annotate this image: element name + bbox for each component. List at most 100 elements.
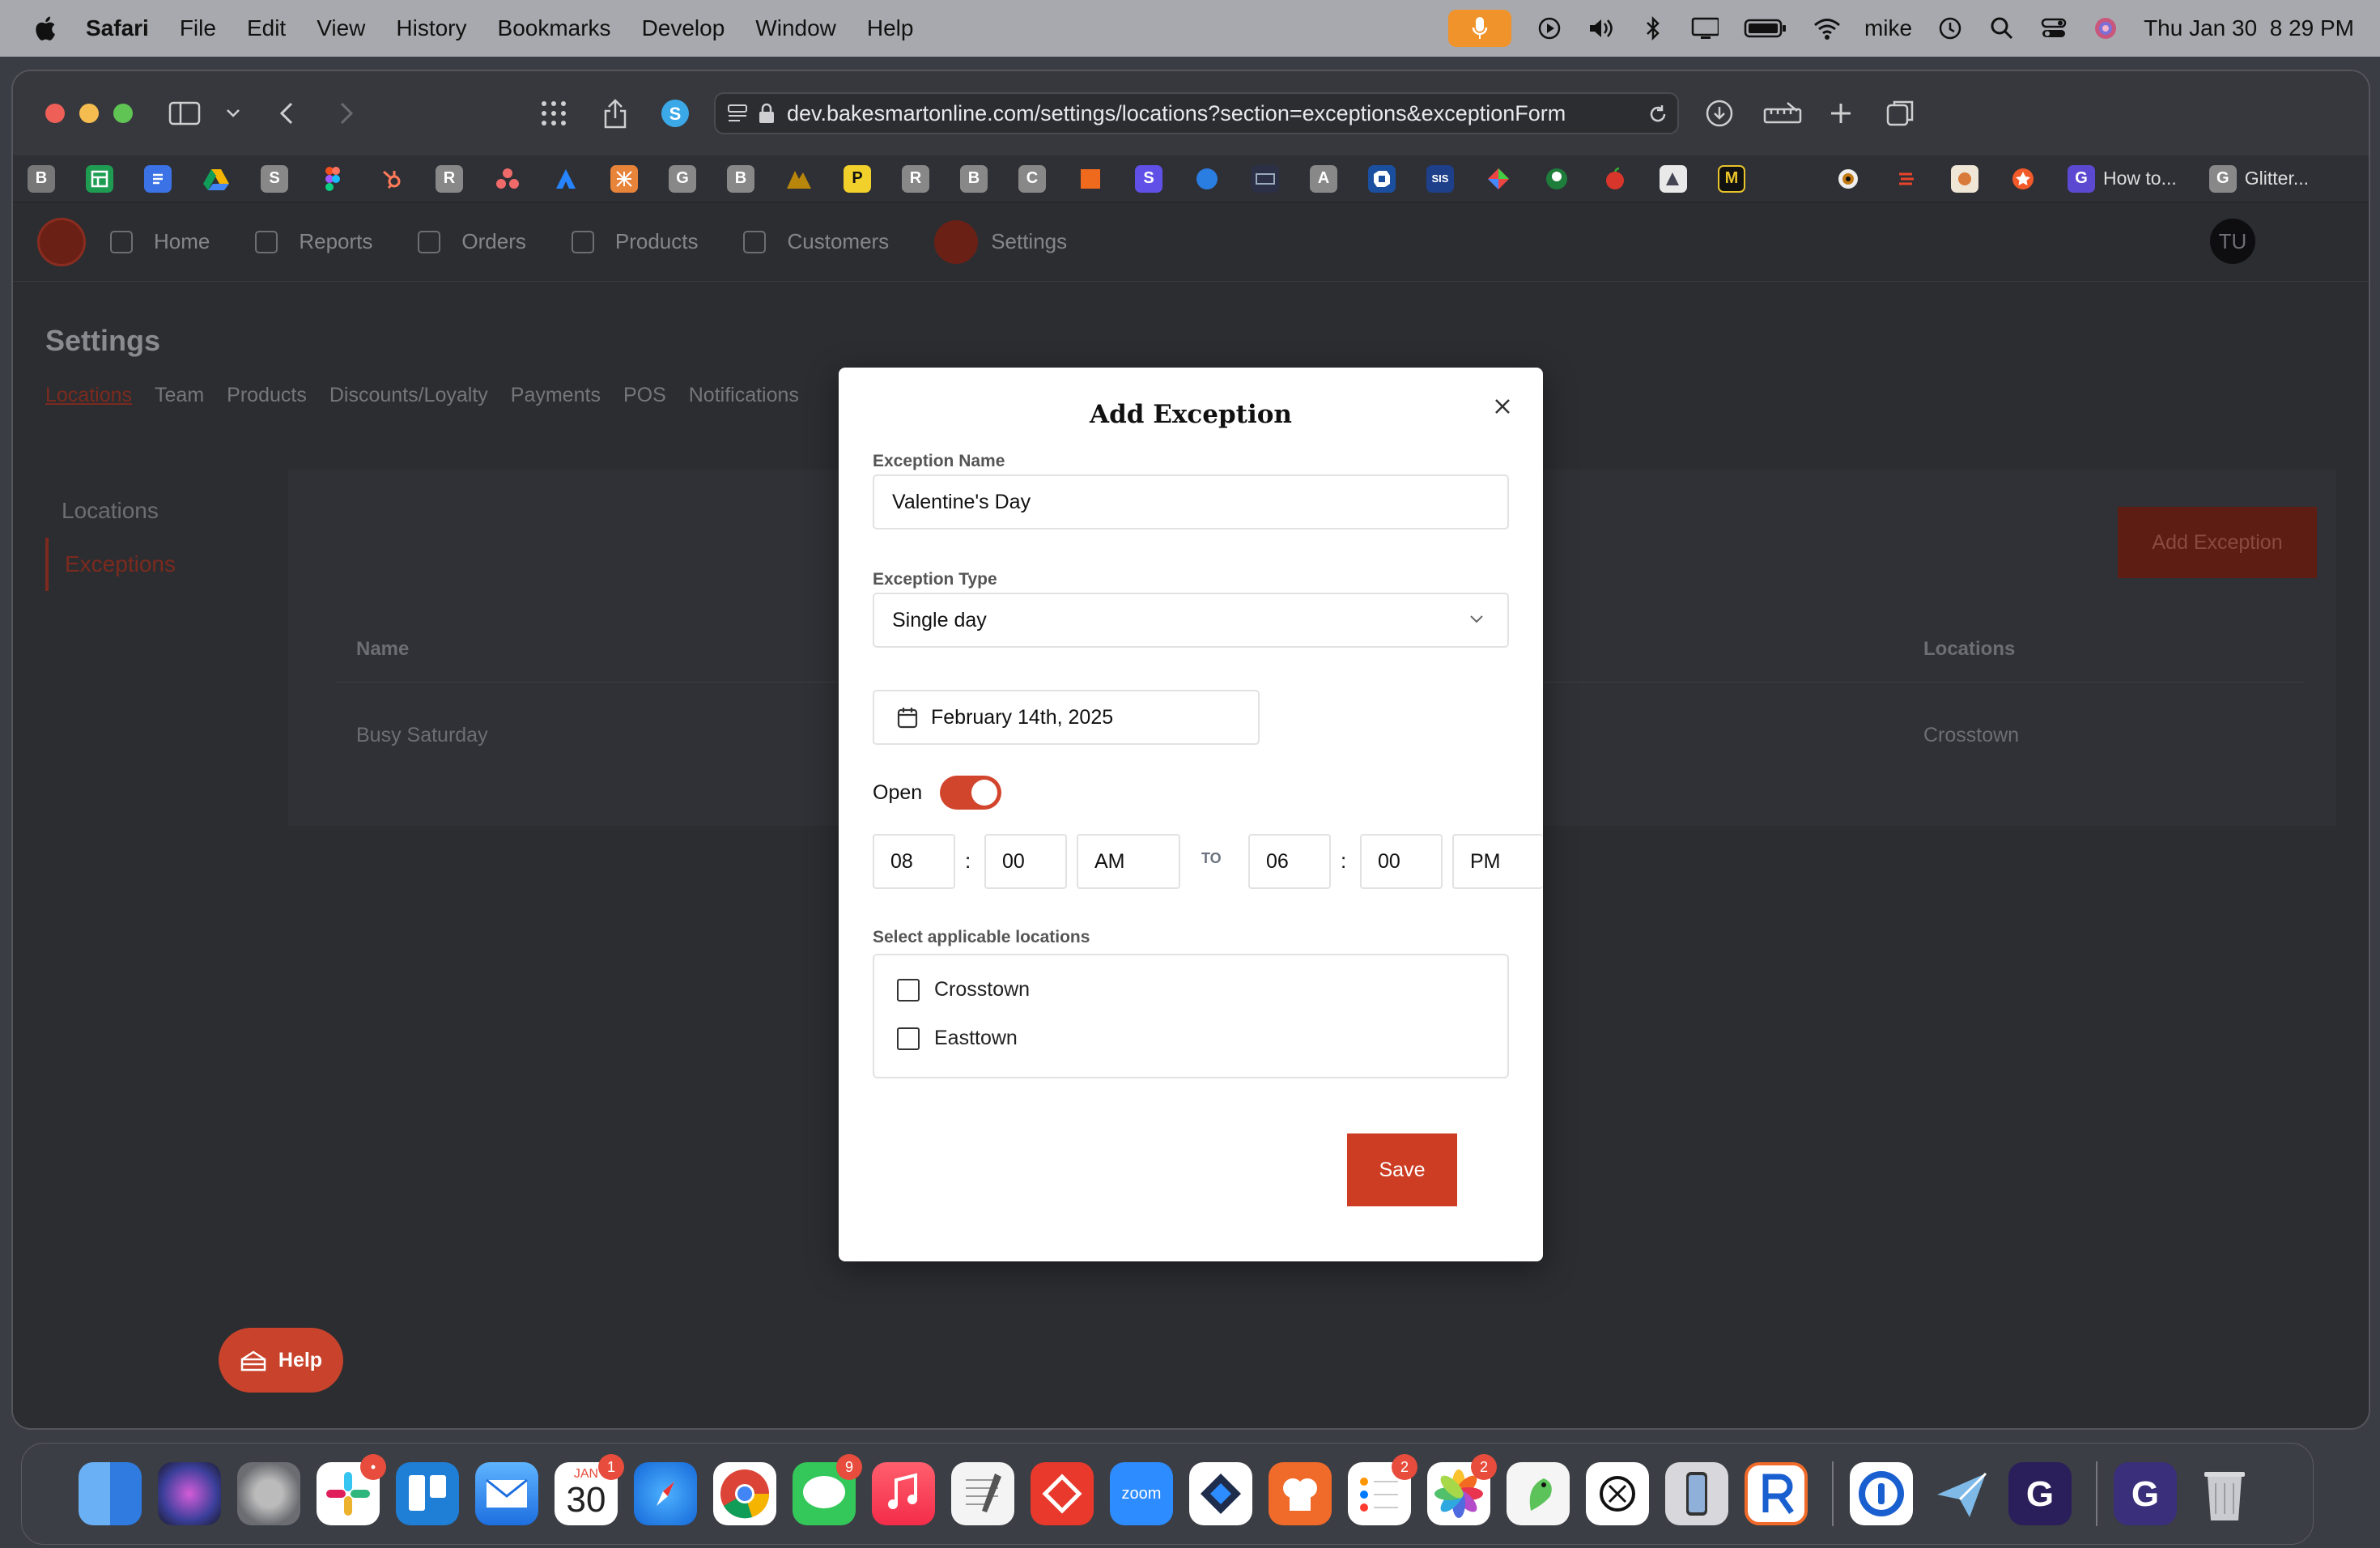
menu-bookmarks[interactable]: Bookmarks xyxy=(498,15,611,41)
favorite-red-link-icon[interactable] xyxy=(1893,165,1920,193)
favorite-c-icon[interactable]: C xyxy=(1018,164,1046,193)
menu-history[interactable]: History xyxy=(396,15,466,41)
end-minute-input[interactable]: 00 xyxy=(1360,834,1443,889)
nav-home[interactable]: Home xyxy=(110,229,210,254)
close-icon[interactable] xyxy=(1486,390,1519,423)
menu-view[interactable]: View xyxy=(317,15,365,41)
trash-icon[interactable] xyxy=(2193,1462,2256,1525)
sidenav-locations[interactable]: Locations xyxy=(45,484,176,538)
avatar[interactable]: TU xyxy=(2210,219,2255,264)
siri-icon[interactable] xyxy=(2092,15,2119,42)
nav-settings[interactable]: Settings xyxy=(934,219,1067,264)
battery-icon[interactable] xyxy=(1743,15,1788,42)
date-picker-input[interactable]: February 14th, 2025 xyxy=(873,690,1260,745)
favorite-r2-icon[interactable]: R xyxy=(902,164,929,193)
bakesmart-logo-icon[interactable] xyxy=(37,217,86,266)
favorite-tab-how-to[interactable]: G How to... xyxy=(2068,164,2177,193)
favorite-r-icon[interactable]: R xyxy=(436,164,463,193)
zoom-window-button[interactable] xyxy=(113,104,133,123)
finder-icon[interactable] xyxy=(79,1462,142,1525)
reload-icon[interactable] xyxy=(1647,103,1669,125)
url-text[interactable]: dev.bakesmartonline.com/settings/locatio… xyxy=(787,101,1596,126)
messages-icon[interactable]: 9 xyxy=(793,1454,862,1525)
siri-app-icon[interactable] xyxy=(158,1462,221,1525)
subtab-pos[interactable]: POS xyxy=(623,384,666,407)
time-machine-icon[interactable] xyxy=(1936,15,1964,42)
end-hour-input[interactable]: 06 xyxy=(1248,834,1331,889)
bluetooth-icon[interactable] xyxy=(1639,15,1667,42)
nav-reports[interactable]: Reports xyxy=(255,229,372,254)
close-window-button[interactable] xyxy=(45,104,65,123)
volume-icon[interactable] xyxy=(1587,15,1615,42)
tab-overview-icon[interactable] xyxy=(1883,96,1919,131)
play-circle-icon[interactable] xyxy=(1536,15,1563,42)
nav-products[interactable]: Products xyxy=(571,229,698,254)
parrot-icon[interactable] xyxy=(1507,1462,1570,1525)
minimize-window-button[interactable] xyxy=(79,104,99,123)
favorite-colorful-icon[interactable] xyxy=(1485,165,1512,193)
atlassian-icon[interactable] xyxy=(552,165,580,193)
r-app-icon[interactable] xyxy=(1745,1462,1808,1525)
anydesk-icon[interactable] xyxy=(1031,1462,1094,1525)
asana-icon[interactable] xyxy=(494,165,521,193)
exception-type-select[interactable]: Single day xyxy=(873,593,1509,648)
chatgpt-icon[interactable] xyxy=(1586,1462,1649,1525)
new-tab-plus-icon[interactable] xyxy=(1823,96,1859,131)
favorite-chase-icon[interactable] xyxy=(1368,164,1396,193)
location-checkbox-easttown[interactable]: Easttown xyxy=(897,1027,1018,1050)
google-drive-icon[interactable] xyxy=(202,165,230,193)
menu-app-name[interactable]: Safari xyxy=(86,15,149,41)
reading-ruler-icon[interactable] xyxy=(1762,96,1805,131)
checkbox[interactable] xyxy=(897,978,920,1002)
testflight-plane-icon[interactable] xyxy=(1929,1462,1992,1525)
zoom-icon[interactable]: zoom xyxy=(1110,1462,1173,1525)
downloads-icon[interactable] xyxy=(1702,96,1737,131)
1password-icon[interactable] xyxy=(1850,1462,1913,1525)
favorite-lattice-icon[interactable] xyxy=(610,164,638,193)
subtab-discounts-loyalty[interactable]: Discounts/Loyalty xyxy=(329,384,488,407)
sidenav-exceptions[interactable]: Exceptions xyxy=(45,538,176,591)
add-exception-button[interactable]: Add Exception xyxy=(2118,507,2317,578)
grammarly-icon[interactable]: G xyxy=(2008,1462,2072,1525)
favorite-tab-glitter[interactable]: G Glitter... xyxy=(2208,164,2309,193)
menu-window[interactable]: Window xyxy=(755,15,836,41)
extension-s-icon[interactable]: S xyxy=(657,96,693,131)
system-settings-icon[interactable] xyxy=(237,1462,300,1525)
favorite-m-icon[interactable]: M xyxy=(1718,164,1745,193)
mail-icon[interactable] xyxy=(475,1462,538,1525)
subtab-notifications[interactable]: Notifications xyxy=(689,384,799,407)
favorite-a-icon[interactable]: A xyxy=(1310,164,1337,193)
favorite-document-icon[interactable] xyxy=(1660,164,1687,193)
favorite-b-icon[interactable]: B xyxy=(28,164,55,193)
save-button[interactable]: Save xyxy=(1347,1133,1457,1206)
favorite-sis-icon[interactable]: SIS xyxy=(1426,164,1454,193)
location-checkbox-crosstown[interactable]: Crosstown xyxy=(897,978,1030,1002)
address-bar[interactable]: dev.bakesmartonline.com/settings/locatio… xyxy=(714,92,1679,134)
menu-edit[interactable]: Edit xyxy=(247,15,286,41)
reminders-icon[interactable]: 2 xyxy=(1348,1454,1417,1525)
favorite-dashboard-icon[interactable] xyxy=(1252,164,1279,193)
favorite-orange-square-icon[interactable] xyxy=(1077,165,1104,193)
linear-diamond-icon[interactable] xyxy=(1189,1462,1252,1525)
nav-customers[interactable]: Customers xyxy=(743,229,889,254)
back-arrow-icon[interactable] xyxy=(269,96,304,131)
microphone-icon[interactable] xyxy=(1447,10,1511,47)
start-minute-input[interactable]: 00 xyxy=(984,834,1067,889)
chevron-down-icon[interactable] xyxy=(215,96,251,131)
favorite-b3-icon[interactable]: B xyxy=(960,164,988,193)
calendar-icon[interactable]: JAN 30 1 xyxy=(555,1454,624,1525)
slack-icon[interactable]: • xyxy=(317,1454,386,1525)
favorite-g-icon[interactable]: G xyxy=(669,164,696,193)
page-menu-icon[interactable] xyxy=(727,103,750,125)
sidebar-toggle-icon[interactable] xyxy=(167,96,202,131)
subtab-payments[interactable]: Payments xyxy=(511,384,601,407)
menu-help[interactable]: Help xyxy=(867,15,914,41)
favorite-chef-icon[interactable] xyxy=(1951,164,1978,193)
grammarly-doc-icon[interactable]: G xyxy=(2114,1462,2177,1525)
apple-logo-icon[interactable] xyxy=(32,15,57,42)
share-icon[interactable] xyxy=(597,96,633,131)
checkbox[interactable] xyxy=(897,1027,920,1050)
end-ampm-input[interactable]: PM xyxy=(1452,834,1543,889)
display-icon[interactable] xyxy=(1691,15,1719,42)
exception-name-input[interactable]: Valentine's Day xyxy=(873,474,1509,529)
